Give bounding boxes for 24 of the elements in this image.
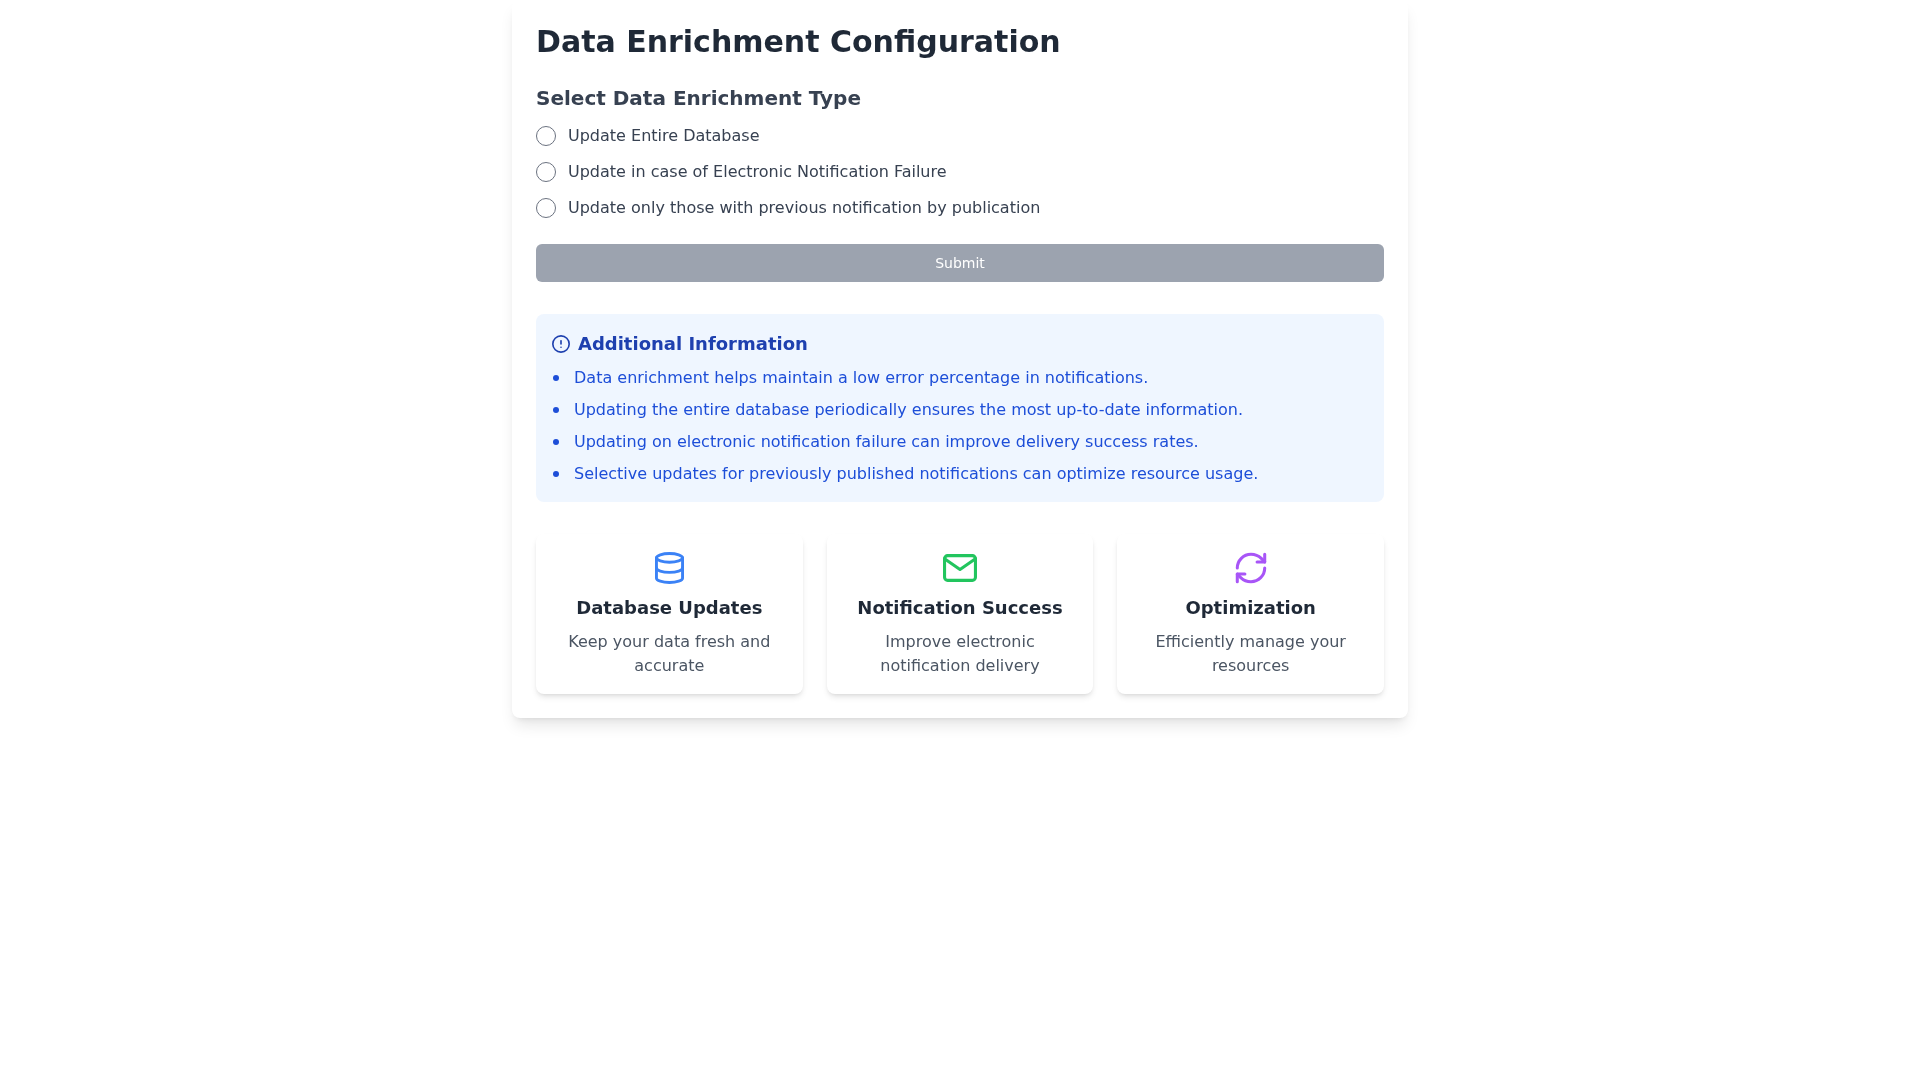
- radio-label[interactable]: Update Entire Database: [568, 124, 760, 148]
- info-icon: [552, 335, 570, 353]
- info-text: Updating on electronic notification failure can improve delivery success rates.: [574, 431, 1199, 453]
- radio-button[interactable]: [536, 126, 556, 146]
- info-title: Additional Information: [578, 332, 808, 356]
- card-title: Notification Success: [856, 596, 1064, 620]
- card-title: Database Updates: [575, 596, 764, 620]
- bullet-icon: [553, 407, 559, 413]
- radio-label[interactable]: Update in case of Electronic Notification Failure: [568, 160, 947, 184]
- radio-label[interactable]: Update only those with previous notification by publication: [568, 196, 1041, 220]
- bullet-icon: [553, 471, 559, 477]
- radio-button[interactable]: [536, 162, 556, 182]
- card-description: Efficiently manage your resources: [1154, 631, 1347, 677]
- info-text: Data enrichment helps maintain a low error percentage in notifications.: [574, 367, 1149, 389]
- section-heading: Select Data Enrichment Type: [536, 85, 862, 112]
- info-text: Updating the entire database periodically ensures the most up-to-date information.: [574, 399, 1244, 421]
- info-text: Selective updates for previously published notifications can optimize resource usage.: [574, 463, 1259, 485]
- radio-button[interactable]: [536, 198, 556, 218]
- card-description: Improve electronic notification delivery: [879, 631, 1041, 677]
- bullet-icon: [553, 375, 559, 381]
- card-description: Keep your data fresh and accurate: [567, 631, 772, 677]
- page-title: Data Enrichment Configuration: [536, 24, 1062, 60]
- card-title: Optimization: [1184, 596, 1317, 620]
- bullet-icon: [553, 439, 559, 445]
